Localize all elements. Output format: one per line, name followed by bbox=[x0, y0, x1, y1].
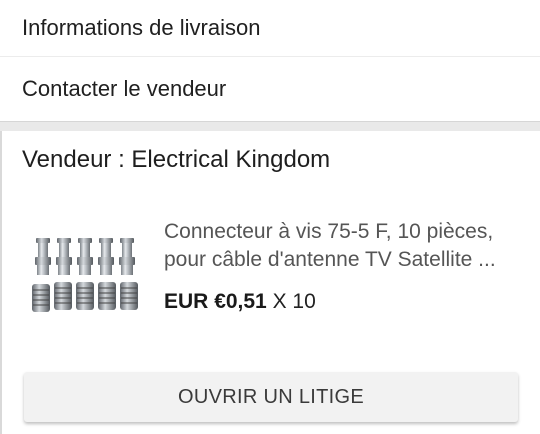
order-detail-screen: Informations de livraison Contacter le v… bbox=[0, 0, 540, 434]
price-currency: EUR bbox=[164, 290, 209, 313]
f-connector-icon bbox=[32, 238, 138, 312]
shipping-info-row[interactable]: Informations de livraison bbox=[0, 0, 540, 56]
contact-seller-row[interactable]: Contacter le vendeur bbox=[0, 57, 540, 121]
product-title-line-1: Connecteur à vis 75-5 F, 10 pièces, bbox=[164, 220, 494, 243]
quantity-label: X 10 bbox=[272, 290, 316, 313]
shipping-info-label: Informations de livraison bbox=[22, 15, 261, 40]
price-line: EUR €0,51 X 10 bbox=[164, 290, 316, 314]
section-separator bbox=[0, 121, 540, 131]
product-title-line-2: pour câble d'antenne TV Satellite ... bbox=[164, 248, 496, 271]
contact-seller-label: Contacter le vendeur bbox=[22, 76, 227, 101]
seller-heading: Vendeur : Electrical Kingdom bbox=[22, 146, 331, 173]
price-amount: €0,51 bbox=[214, 290, 267, 313]
product-thumbnail[interactable] bbox=[22, 220, 150, 330]
open-dispute-button[interactable]: OUVRIR UN LITIGE bbox=[24, 372, 518, 422]
product-title[interactable]: Connecteur à vis 75-5 F, 10 pièces, pour… bbox=[164, 218, 524, 274]
